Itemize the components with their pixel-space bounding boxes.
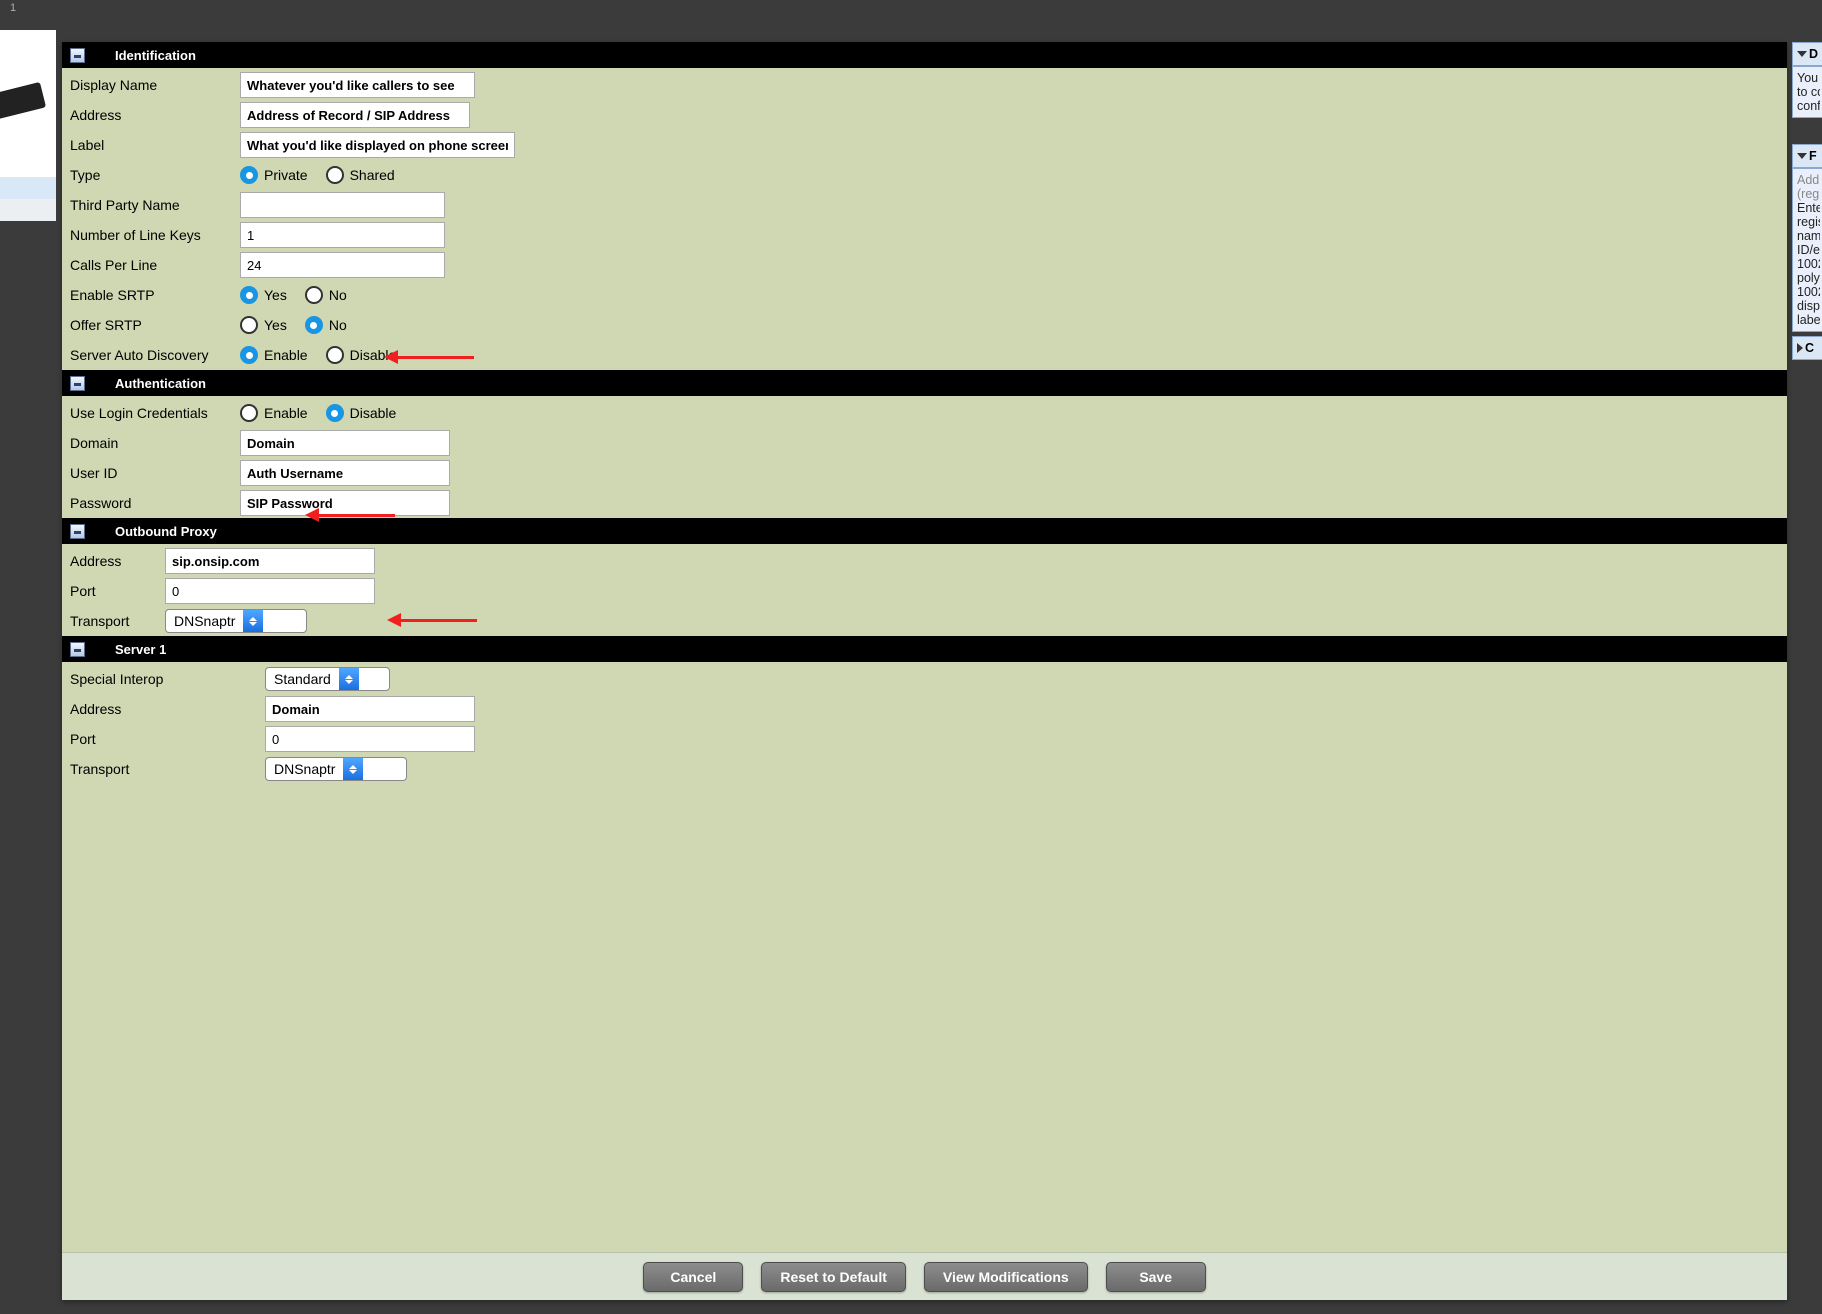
device-thumbnail (0, 30, 56, 135)
chevron-updown-icon (243, 610, 263, 632)
collapse-icon[interactable] (70, 48, 85, 63)
proxy-address-label: Address (70, 553, 165, 569)
section-title: Server 1 (115, 642, 166, 657)
help-sidebar: D You to co conf F Addr (reg Ente regis … (1792, 42, 1822, 1300)
special-interop-select[interactable]: Standard (265, 667, 390, 691)
help-section-header[interactable]: D (1792, 42, 1822, 66)
help-section-header[interactable]: F (1792, 144, 1822, 168)
collapse-icon[interactable] (70, 524, 85, 539)
server-address-input[interactable] (265, 696, 475, 722)
line-keys-label: Number of Line Keys (70, 227, 240, 243)
line-keys-input[interactable] (240, 222, 445, 248)
line-number: 1 (6, 2, 20, 14)
server-transport-select[interactable]: DNSnaptr (265, 757, 407, 781)
section-title: Identification (115, 48, 196, 63)
password-input[interactable] (240, 490, 450, 516)
chevron-right-icon (1797, 343, 1803, 353)
label-label: Label (70, 137, 240, 153)
server-address-label: Address (70, 701, 265, 717)
left-sidebar (0, 30, 56, 221)
help-section-body: Addr (reg Ente regis nam ID/e 1002 poly … (1792, 168, 1822, 332)
section-title: Authentication (115, 376, 206, 391)
special-interop-label: Special Interop (70, 671, 265, 687)
calls-per-line-input[interactable] (240, 252, 445, 278)
chevron-updown-icon (343, 758, 363, 780)
server-port-input[interactable] (265, 726, 475, 752)
chevron-down-icon (1797, 51, 1807, 57)
auto-discovery-enable-radio[interactable]: Enable (240, 346, 308, 364)
enable-srtp-yes-radio[interactable]: Yes (240, 286, 287, 304)
stage: Identification Display Name Address Labe… (0, 20, 1822, 1314)
offer-srtp-no-radio[interactable]: No (305, 316, 347, 334)
view-modifications-button[interactable]: View Modifications (924, 1262, 1088, 1292)
type-shared-radio[interactable]: Shared (326, 166, 395, 184)
use-login-disable-radio[interactable]: Disable (326, 404, 397, 422)
calls-per-line-label: Calls Per Line (70, 257, 240, 273)
proxy-port-input[interactable] (165, 578, 375, 604)
address-label: Address (70, 107, 240, 123)
section-header-server-1[interactable]: Server 1 (62, 636, 1787, 662)
chevron-down-icon (1797, 153, 1807, 159)
chevron-updown-icon (339, 668, 359, 690)
proxy-transport-select[interactable]: DNSnaptr (165, 609, 307, 633)
proxy-transport-label: Transport (70, 613, 165, 629)
auto-discovery-disable-radio[interactable]: Disable (326, 346, 397, 364)
address-input[interactable] (240, 102, 470, 128)
server-transport-label: Transport (70, 761, 265, 777)
auto-discovery-label: Server Auto Discovery (70, 347, 240, 363)
enable-srtp-label: Enable SRTP (70, 287, 240, 303)
help-section-header[interactable]: C (1792, 336, 1822, 360)
collapse-icon[interactable] (70, 642, 85, 657)
top-bar: 1 (0, 0, 1822, 20)
display-name-label: Display Name (70, 77, 240, 93)
auth-domain-input[interactable] (240, 430, 450, 456)
offer-srtp-label: Offer SRTP (70, 317, 240, 333)
use-login-enable-radio[interactable]: Enable (240, 404, 308, 422)
label-input[interactable] (240, 132, 515, 158)
password-label: Password (70, 495, 240, 511)
help-section-body: You to co conf (1792, 66, 1822, 118)
third-party-name-input[interactable] (240, 192, 445, 218)
collapse-icon[interactable] (70, 376, 85, 391)
display-name-input[interactable] (240, 72, 475, 98)
button-bar: Cancel Reset to Default View Modificatio… (62, 1252, 1787, 1300)
use-login-label: Use Login Credentials (70, 405, 240, 421)
config-panel: Identification Display Name Address Labe… (62, 42, 1787, 1300)
server-port-label: Port (70, 731, 265, 747)
section-title: Outbound Proxy (115, 524, 217, 539)
third-party-name-label: Third Party Name (70, 197, 240, 213)
cancel-button[interactable]: Cancel (643, 1262, 743, 1292)
enable-srtp-no-radio[interactable]: No (305, 286, 347, 304)
user-id-label: User ID (70, 465, 240, 481)
proxy-address-input[interactable] (165, 548, 375, 574)
type-label: Type (70, 167, 240, 183)
type-private-radio[interactable]: Private (240, 166, 308, 184)
sidebar-selected-item[interactable] (0, 177, 56, 199)
save-button[interactable]: Save (1106, 1262, 1206, 1292)
proxy-port-label: Port (70, 583, 165, 599)
section-header-authentication[interactable]: Authentication (62, 370, 1787, 396)
section-header-identification[interactable]: Identification (62, 42, 1787, 68)
reset-to-default-button[interactable]: Reset to Default (761, 1262, 906, 1292)
offer-srtp-yes-radio[interactable]: Yes (240, 316, 287, 334)
auth-domain-label: Domain (70, 435, 240, 451)
user-id-input[interactable] (240, 460, 450, 486)
section-header-outbound-proxy[interactable]: Outbound Proxy (62, 518, 1787, 544)
